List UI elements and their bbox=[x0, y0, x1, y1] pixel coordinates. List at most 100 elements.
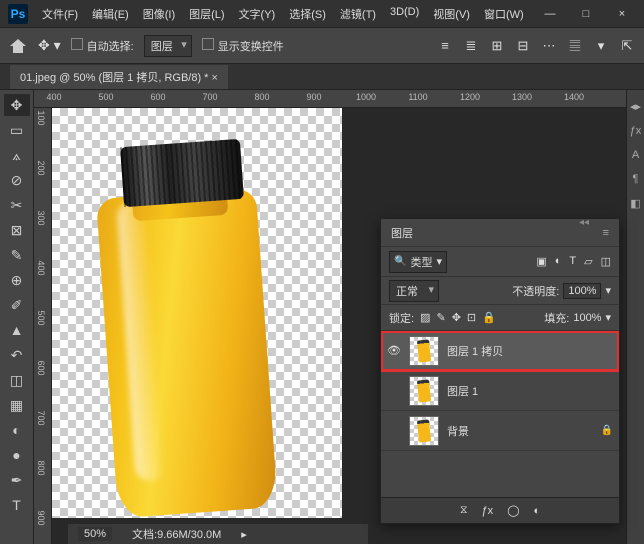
layer-name[interactable]: 图层 1 拷贝 bbox=[447, 343, 613, 359]
panel-header[interactable]: ◂◂ 图层 ≡ bbox=[381, 219, 619, 247]
lock-artboard-icon[interactable]: ⊡ bbox=[467, 311, 476, 324]
lock-icon: 🔒 bbox=[601, 425, 613, 436]
align-icon[interactable]: ⋯ bbox=[540, 38, 558, 54]
panel-menu-icon[interactable]: ≡ bbox=[603, 227, 609, 239]
ruler-tick: 1200 bbox=[460, 92, 480, 102]
ruler-tick: 1000 bbox=[356, 92, 376, 102]
menu-edit[interactable]: 编辑(E) bbox=[86, 2, 135, 26]
filter-shape-icon[interactable]: ▱ bbox=[584, 255, 592, 268]
fx-icon[interactable]: ƒx bbox=[630, 125, 642, 137]
layer-thumbnail[interactable] bbox=[409, 416, 439, 446]
ruler-tick: 800 bbox=[254, 92, 269, 102]
fill-value[interactable]: 100% bbox=[573, 312, 601, 324]
eraser-tool[interactable]: ◫ bbox=[4, 369, 30, 391]
layer-row[interactable]: 图层 1 bbox=[381, 371, 619, 411]
menu-filter[interactable]: 滤镜(T) bbox=[334, 2, 382, 26]
more-icon[interactable]: ▾ bbox=[592, 38, 610, 54]
layer-row[interactable]: 背景 🔒 bbox=[381, 411, 619, 451]
search-icon: 🔍 bbox=[394, 256, 406, 267]
filter-adjust-icon[interactable]: ◐ bbox=[555, 255, 562, 268]
layer-name[interactable]: 图层 1 bbox=[447, 383, 613, 399]
maximize-button[interactable]: □ bbox=[572, 8, 600, 20]
adjustment-icon[interactable]: ◐ bbox=[534, 505, 541, 517]
menu-layer[interactable]: 图层(L) bbox=[183, 2, 230, 26]
window-controls: — □ × bbox=[536, 8, 636, 20]
type-tool[interactable]: T bbox=[4, 494, 30, 516]
lasso-tool[interactable]: ⟑ bbox=[4, 144, 30, 166]
layer-fx-icon[interactable]: ƒx bbox=[482, 505, 494, 517]
blur-tool[interactable]: ◐ bbox=[4, 419, 30, 441]
move-tool-icon[interactable]: ✥ ▾ bbox=[38, 37, 61, 54]
collapse-icon[interactable]: ◂◂ bbox=[579, 217, 589, 228]
dodge-tool[interactable]: ● bbox=[4, 444, 30, 466]
show-transform-checkbox[interactable]: 显示变换控件 bbox=[202, 38, 284, 54]
layer-mask-icon[interactable]: ◯ bbox=[507, 504, 519, 517]
opacity-value[interactable]: 100% bbox=[563, 283, 601, 299]
chevron-down-icon[interactable]: ▾ bbox=[605, 311, 611, 324]
menu-select[interactable]: 选择(S) bbox=[283, 2, 332, 26]
filter-type-icon[interactable]: T bbox=[569, 255, 576, 268]
layer-thumbnail[interactable] bbox=[409, 336, 439, 366]
character-icon[interactable]: A bbox=[632, 149, 639, 161]
menu-type[interactable]: 文字(Y) bbox=[233, 2, 282, 26]
gradient-tool[interactable]: ▦ bbox=[4, 394, 30, 416]
blend-mode-select[interactable]: 正常 bbox=[389, 280, 439, 302]
history-brush-tool[interactable]: ↶ bbox=[4, 344, 30, 366]
home-icon[interactable] bbox=[8, 37, 28, 55]
layer-row[interactable]: 👁 图层 1 拷贝 bbox=[381, 331, 619, 371]
align-icon[interactable]: ≡ bbox=[436, 38, 454, 54]
lock-image-icon[interactable]: ✎ bbox=[436, 311, 445, 324]
lock-transparent-icon[interactable]: ▨ bbox=[420, 311, 430, 324]
pen-tool[interactable]: ✒ bbox=[4, 469, 30, 491]
ruler-tick: 1300 bbox=[512, 92, 532, 102]
lock-all-icon[interactable]: 🔒 bbox=[482, 311, 496, 324]
ruler-tick: 300 bbox=[36, 210, 46, 225]
layer-name[interactable]: 背景 bbox=[447, 423, 593, 439]
status-arrow-icon[interactable]: ▸ bbox=[241, 528, 247, 541]
dock-icon[interactable]: ◂▸ bbox=[630, 100, 641, 113]
ruler-vertical: 100200300400500600700800900 bbox=[34, 108, 52, 544]
menu-window[interactable]: 窗口(W) bbox=[478, 2, 530, 26]
lock-position-icon[interactable]: ✥ bbox=[452, 311, 461, 324]
zoom-level[interactable]: 50% bbox=[78, 527, 112, 541]
move-tool[interactable]: ✥ bbox=[4, 94, 30, 116]
swatches-icon[interactable]: ◧ bbox=[630, 197, 640, 210]
align-icon[interactable]: ⊟ bbox=[514, 38, 532, 54]
align-icon[interactable]: ≣ bbox=[462, 38, 480, 54]
document-tab[interactable]: 01.jpeg @ 50% (图层 1 拷贝, RGB/8) * × bbox=[10, 65, 228, 89]
filter-smart-icon[interactable]: ◫ bbox=[601, 255, 611, 268]
brush-tool[interactable]: ✐ bbox=[4, 294, 30, 316]
align-icons: ≡ ≣ ⊞ ⊟ ⋯ 𝄚 ▾ ⇱ bbox=[436, 38, 636, 54]
share-icon[interactable]: ⇱ bbox=[618, 38, 636, 54]
visibility-toggle[interactable]: 👁 bbox=[387, 344, 401, 357]
menu-file[interactable]: 文件(F) bbox=[36, 2, 84, 26]
eyedropper-tool[interactable]: ✎ bbox=[4, 244, 30, 266]
frame-tool[interactable]: ⊠ bbox=[4, 219, 30, 241]
paragraph-icon[interactable]: ¶ bbox=[633, 173, 639, 185]
stamp-tool[interactable]: ▲ bbox=[4, 319, 30, 341]
menu-image[interactable]: 图像(I) bbox=[137, 2, 181, 26]
quick-select-tool[interactable]: ⊘ bbox=[4, 169, 30, 191]
chevron-down-icon[interactable]: ▾ bbox=[605, 284, 611, 297]
menu-3d[interactable]: 3D(D) bbox=[384, 2, 425, 26]
menu-view[interactable]: 视图(V) bbox=[427, 2, 476, 26]
healing-tool[interactable]: ⊕ bbox=[4, 269, 30, 291]
auto-select-target[interactable]: 图层 bbox=[144, 35, 192, 57]
canvas[interactable] bbox=[52, 108, 342, 518]
crop-tool[interactable]: ✂ bbox=[4, 194, 30, 216]
align-icon[interactable]: 𝄚 bbox=[566, 38, 584, 54]
minimize-button[interactable]: — bbox=[536, 8, 564, 20]
marquee-tool[interactable]: ▭ bbox=[4, 119, 30, 141]
ruler-tick: 400 bbox=[36, 260, 46, 275]
layer-thumbnail[interactable] bbox=[409, 376, 439, 406]
close-button[interactable]: × bbox=[608, 8, 636, 20]
auto-select-checkbox[interactable]: 自动选择: bbox=[71, 38, 134, 54]
filter-pixel-icon[interactable]: ▣ bbox=[536, 255, 546, 268]
link-layers-icon[interactable]: ⧖ bbox=[460, 504, 468, 517]
ruler-tick: 700 bbox=[36, 410, 46, 425]
ruler-tick: 100 bbox=[36, 110, 46, 125]
align-icon[interactable]: ⊞ bbox=[488, 38, 506, 54]
ruler-tick: 1100 bbox=[408, 92, 427, 102]
filter-type-select[interactable]: 🔍 类型 ▾ bbox=[389, 251, 447, 273]
panel-footer: ⧖ ƒx ◯ ◐ bbox=[381, 497, 619, 523]
